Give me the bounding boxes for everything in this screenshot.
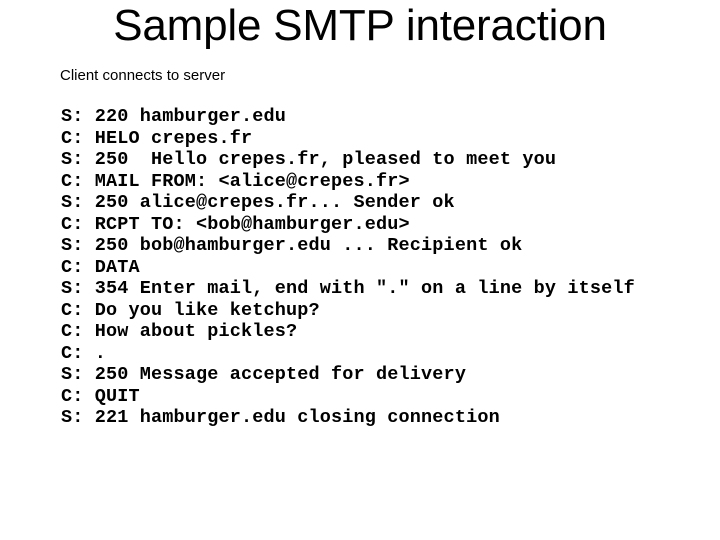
transcript-line: C: QUIT <box>61 385 140 407</box>
transcript-line: C: HELO crepes.fr <box>61 127 253 149</box>
transcript-line: S: 250 alice@crepes.fr... Sender ok <box>61 192 455 213</box>
slide-subtitle: Client connects to server <box>60 67 226 84</box>
transcript-line: C: MAIL FROM: <alice@crepes.fr> <box>61 170 410 192</box>
transcript-line: C: RCPT TO: <bob@hamburger.edu> <box>61 213 410 235</box>
slide-canvas: Sample SMTP interaction Client connects … <box>0 0 720 540</box>
transcript-line: S: 221 hamburger.edu closing connection <box>61 407 500 428</box>
transcript-line: S: 250 bob@hamburger.edu ... Recipient o… <box>61 235 523 256</box>
transcript-line: S: 354 Enter mail, end with "." on a lin… <box>61 278 635 299</box>
transcript-line: C: How about pickles? <box>61 321 298 342</box>
transcript-line: S: 250 Hello crepes.fr, pleased to meet … <box>61 149 557 170</box>
transcript-line: S: 220 hamburger.edu <box>61 106 287 127</box>
transcript-line: C: Do you like ketchup? <box>61 299 320 321</box>
transcript-line: S: 250 Message accepted for delivery <box>61 364 467 385</box>
transcript-line: C: DATA <box>61 256 140 278</box>
transcript-line: C: . <box>61 342 107 364</box>
page-title: Sample SMTP interaction <box>113 1 607 50</box>
smtp-transcript: S: 220 hamburger.edu C: HELO crepes.fr S… <box>61 106 635 429</box>
